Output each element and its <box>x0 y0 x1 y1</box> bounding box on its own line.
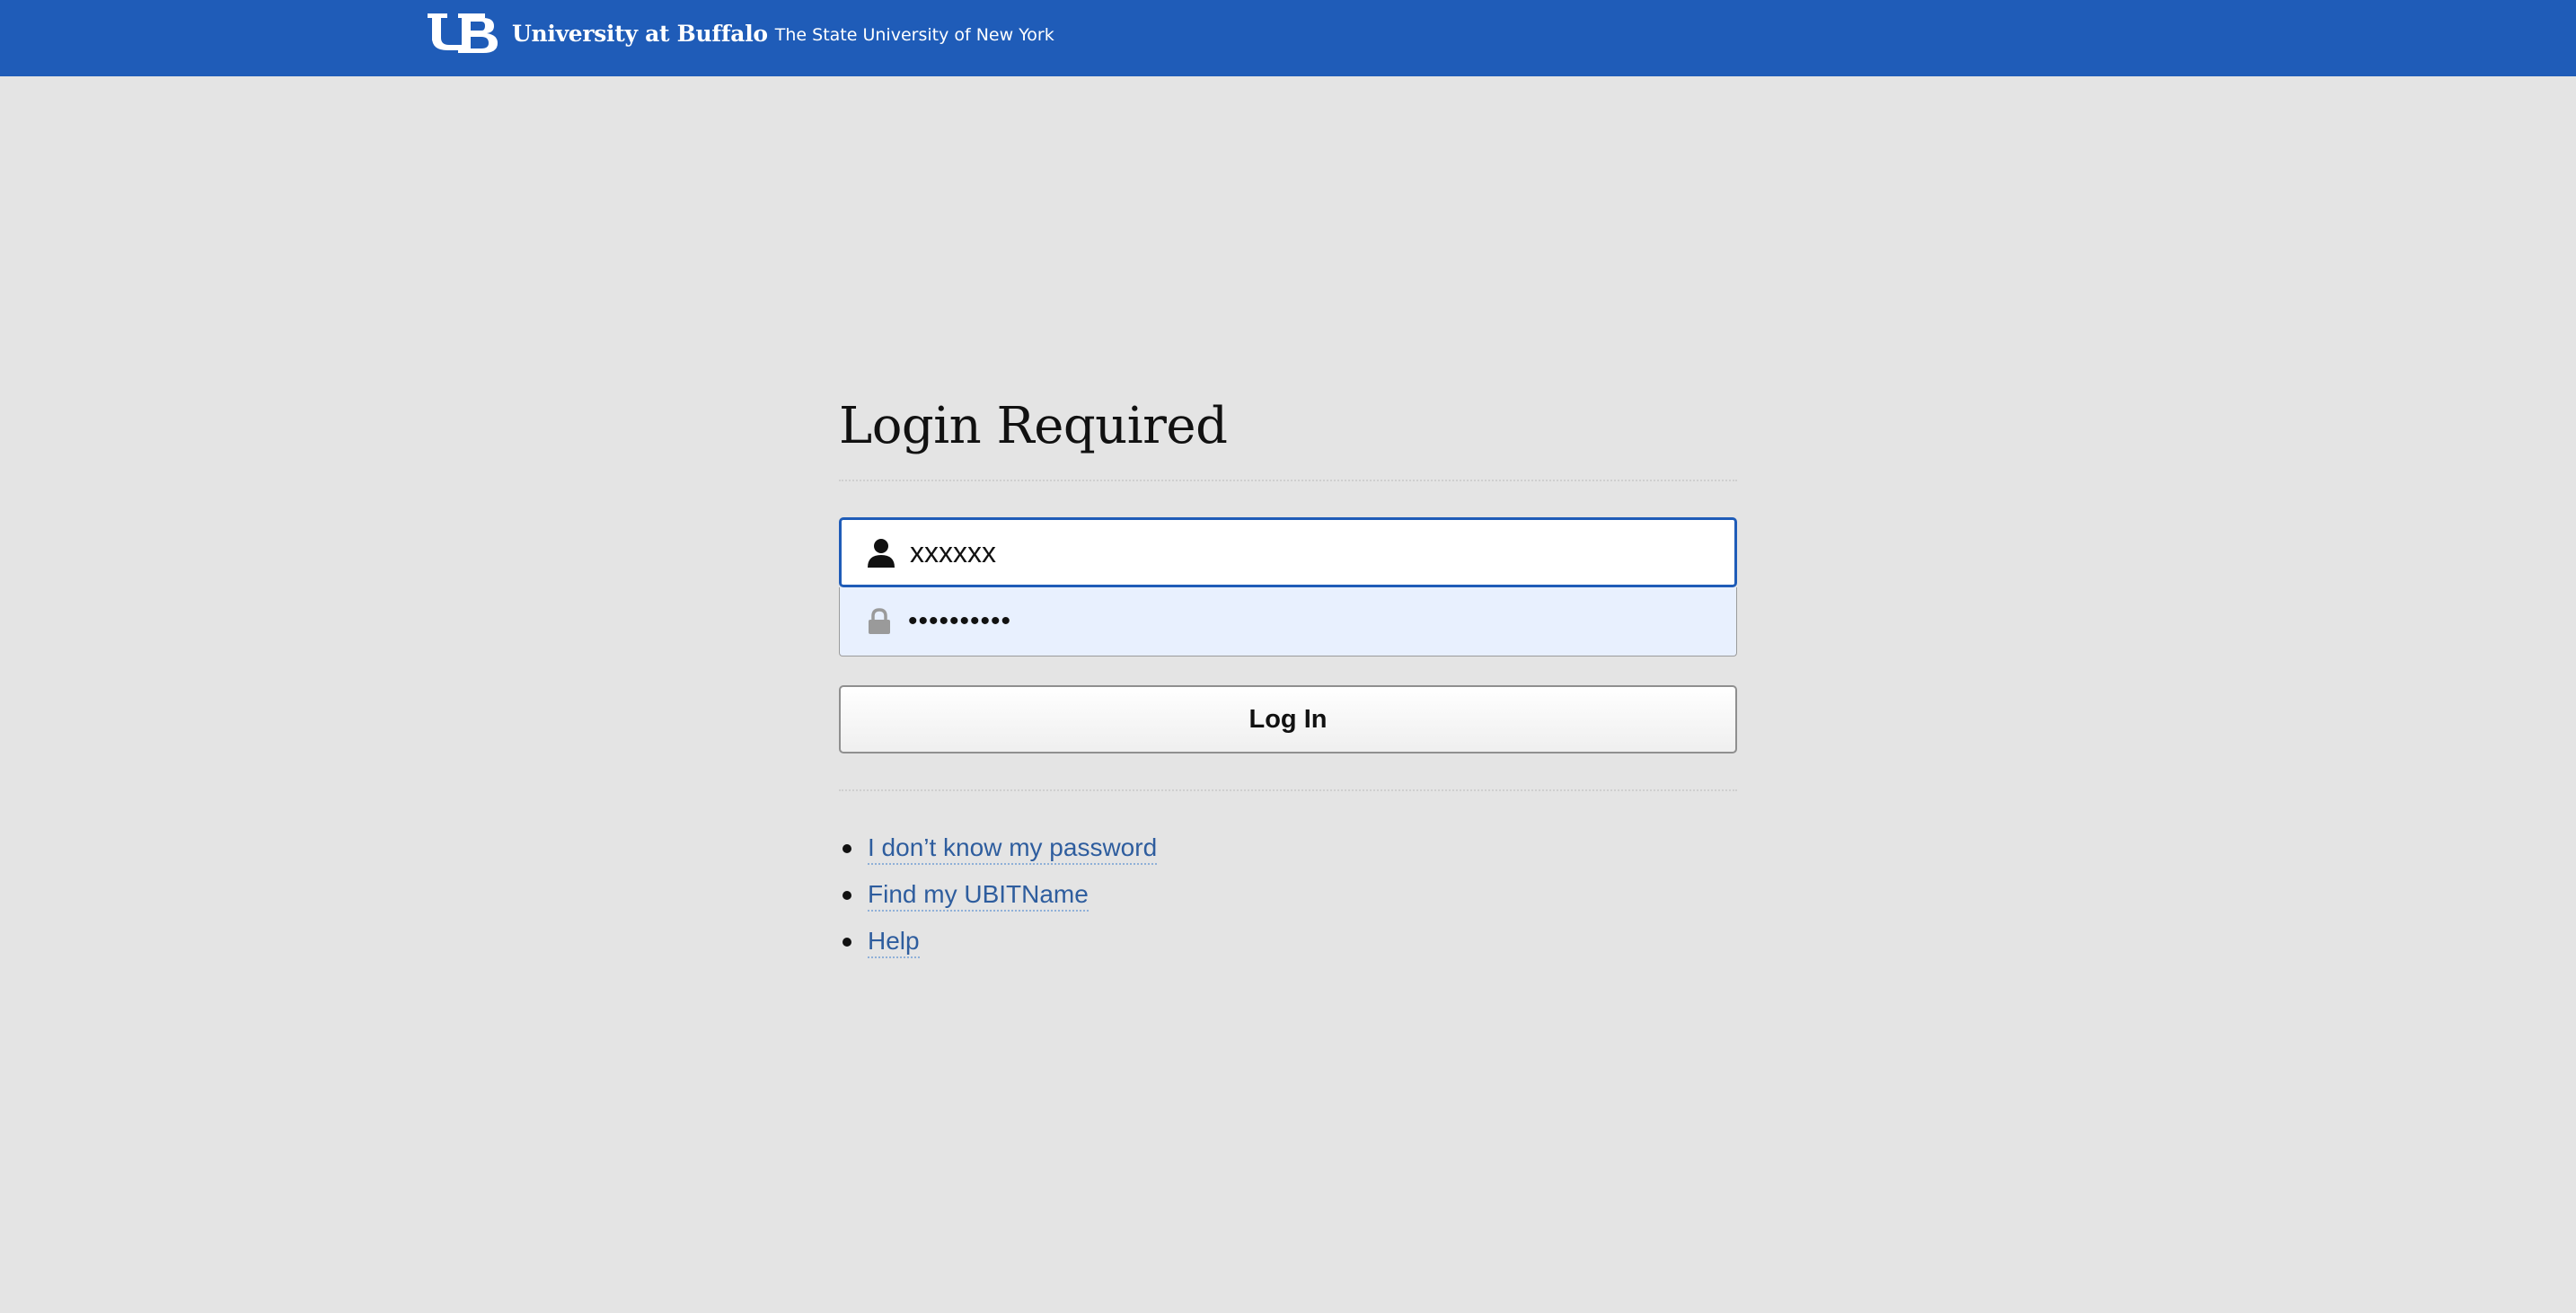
forgot-password-link[interactable]: I don’t know my password <box>868 833 1158 865</box>
password-field[interactable]: •••••••••• <box>839 587 1737 656</box>
login-button[interactable]: Log In <box>839 685 1737 753</box>
bullet <box>842 844 851 853</box>
page-title: Login Required <box>839 397 1228 455</box>
user-icon <box>863 534 899 570</box>
divider <box>839 789 1737 791</box>
university-brand[interactable]: University at Buffalo The State Universi… <box>426 11 1054 56</box>
password-value[interactable]: •••••••••• <box>908 606 1011 637</box>
ub-logo-icon <box>428 13 498 53</box>
username-value[interactable]: xxxxxx <box>910 536 996 569</box>
lock-icon <box>861 604 897 639</box>
brand-subtitle: The State University of New York <box>774 24 1054 45</box>
credential-fields: xxxxxx •••••••••• <box>839 517 1737 656</box>
help-links: I don’t know my password Find my UBITNam… <box>839 825 1737 965</box>
divider <box>839 480 1737 481</box>
bullet <box>842 938 851 947</box>
login-panel: Login Required xxxxxx •••••••••• Log In <box>839 386 1737 965</box>
list-item: Help <box>839 919 1737 965</box>
top-banner: University at Buffalo The State Universi… <box>0 0 2576 76</box>
username-field[interactable]: xxxxxx <box>839 517 1737 587</box>
list-item: I don’t know my password <box>839 825 1737 872</box>
bullet <box>842 891 851 900</box>
help-link[interactable]: Help <box>868 926 920 958</box>
brand-name: University at Buffalo <box>512 20 768 47</box>
list-item: Find my UBITName <box>839 872 1737 919</box>
find-ubitname-link[interactable]: Find my UBITName <box>868 879 1089 912</box>
